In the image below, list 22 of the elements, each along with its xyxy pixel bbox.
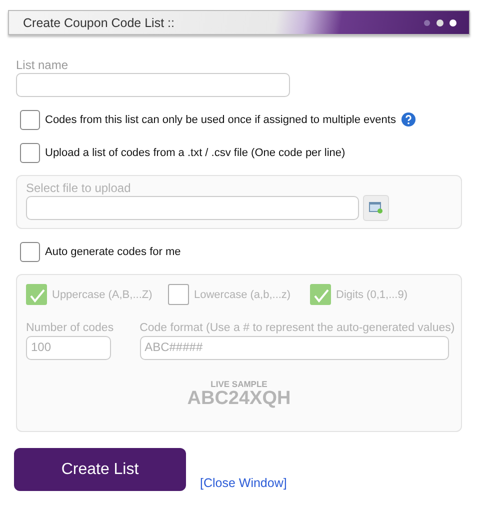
field-label: Code format (Use a # to represent the auto-generated values) — [140, 321, 455, 335]
checkbox-label: Auto generate codes for me — [45, 246, 181, 258]
window-title: Create Coupon Code List :: — [23, 16, 174, 30]
field-label: List name — [16, 58, 70, 72]
sample-label: LIVE SAMPLE — [210, 379, 268, 389]
dots-icon — [423, 18, 457, 26]
checkbox-label: Digits (0,1,...9) — [336, 288, 408, 300]
checkbox-label: Lowercase (a,b,...z) — [194, 288, 291, 300]
file-icon — [369, 202, 383, 214]
checkbox-label: Upload a list of codes from a .txt / .csv file (One code per line) — [45, 146, 346, 158]
checkbox-label: Codes from this list can only be used once if assigned to multiple events — [45, 114, 396, 126]
checkbox[interactable] — [20, 142, 40, 162]
help-icon[interactable] — [400, 112, 416, 127]
checkbox[interactable] — [20, 242, 40, 262]
checkbox[interactable] — [20, 110, 40, 130]
field-label: Select file to upload — [26, 181, 132, 195]
close-window-link[interactable]: [Close Window] — [200, 476, 287, 490]
sample-code: ABC24XQH — [186, 389, 292, 409]
field-label: Number of codes — [26, 321, 114, 335]
create-list-button[interactable]: Create List — [14, 448, 186, 491]
list-name-field[interactable] — [16, 73, 290, 97]
checkbox-label: Uppercase (A,B,...Z) — [52, 288, 152, 300]
